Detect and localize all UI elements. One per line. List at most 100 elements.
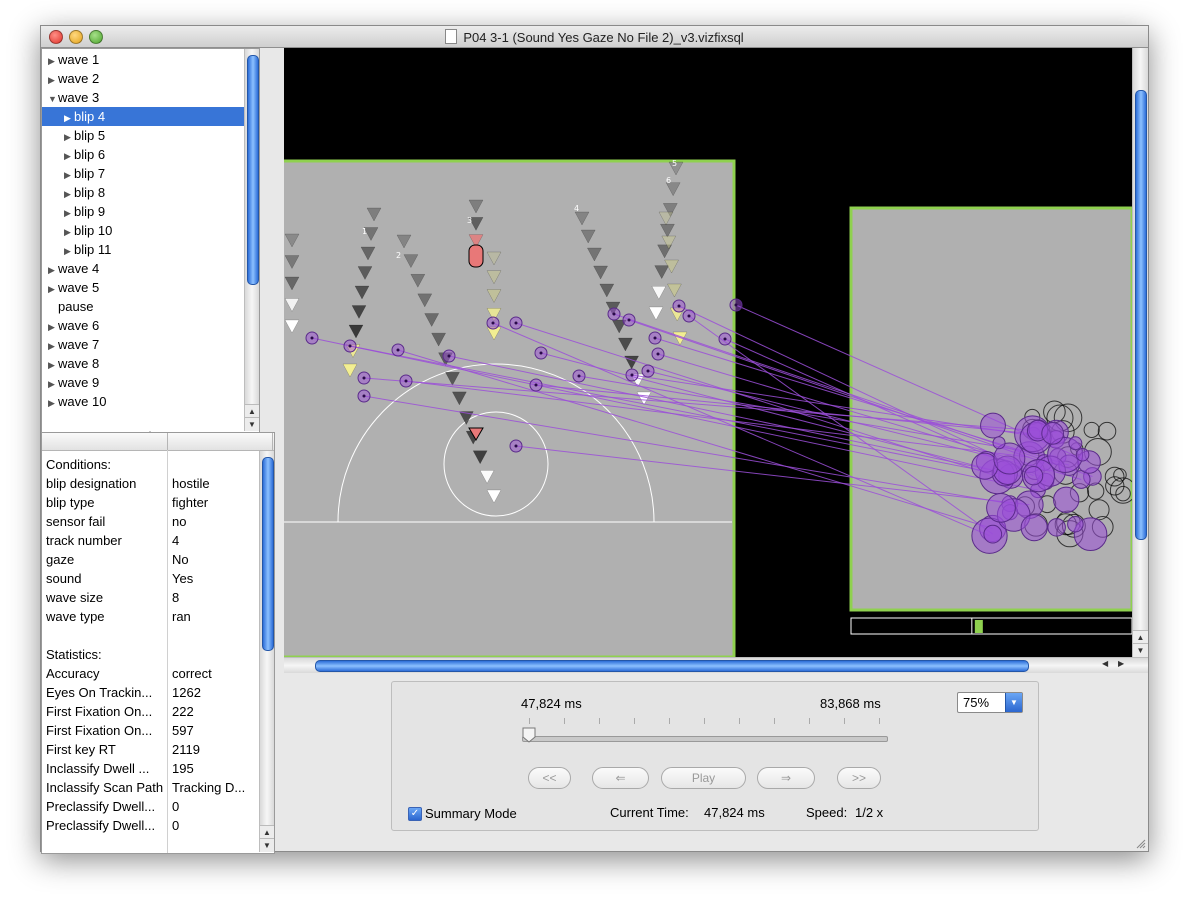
tree-item[interactable]: pause xyxy=(42,297,259,316)
properties-row[interactable]: First Fixation On... 597 xyxy=(42,721,260,740)
zoom-select[interactable]: 75% ▼ xyxy=(957,692,1023,713)
play-button[interactable]: Play xyxy=(661,767,746,789)
tree-item[interactable]: ▶ wave 1 xyxy=(42,50,259,69)
properties-row[interactable]: Statistics: xyxy=(42,645,260,664)
tree-item[interactable]: ▶ wave 5 xyxy=(42,278,259,297)
properties-row[interactable]: blip designation hostile xyxy=(42,474,260,493)
tree-scroll-up-arrow[interactable]: ▲ xyxy=(245,404,259,418)
tree-item[interactable]: ▼wave 3 xyxy=(42,88,259,107)
tree-item[interactable]: ▶ blip 9 xyxy=(42,202,259,221)
chevron-down-icon[interactable]: ▼ xyxy=(1005,693,1022,712)
gaze-fixation-center xyxy=(646,369,650,373)
properties-row[interactable]: First Fixation On... 222 xyxy=(42,702,260,721)
tree-item[interactable]: ▶ wave 7 xyxy=(42,335,259,354)
properties-row[interactable]: Accuracy correct xyxy=(42,664,260,683)
tree-item[interactable]: ▶ wave 4 xyxy=(42,259,259,278)
disclosure-collapsed-icon[interactable]: ▶ xyxy=(48,356,58,375)
disclosure-collapsed-icon[interactable]: ▶ xyxy=(64,204,74,223)
properties-scrollbar[interactable]: ▲ ▼ xyxy=(259,451,274,852)
properties-key-column-header[interactable] xyxy=(42,433,168,450)
tree-item[interactable]: ▶ wave 10 xyxy=(42,392,259,411)
tree-item[interactable]: ▶ blip 4 xyxy=(42,107,259,126)
tree-item[interactable]: ▶ wave 2 xyxy=(42,69,259,88)
disclosure-expanded-icon[interactable]: ▼ xyxy=(48,90,58,109)
disclosure-collapsed-icon[interactable]: ▶ xyxy=(64,147,74,166)
properties-scroll-thumb[interactable] xyxy=(262,457,274,651)
tree-item[interactable]: ▶ blip 10 xyxy=(42,221,259,240)
property-value: no xyxy=(172,514,187,529)
tree-item[interactable]: ▶ wave 8 xyxy=(42,354,259,373)
time-slider[interactable] xyxy=(522,736,888,742)
visualization-canvas[interactable]: 1 2 3 4 56 xyxy=(284,48,1132,657)
properties-row[interactable]: wave size 8 xyxy=(42,588,260,607)
step-back-button[interactable]: ⇐ xyxy=(592,767,649,789)
disclosure-collapsed-icon[interactable]: ▶ xyxy=(48,261,58,280)
disclosure-collapsed-icon[interactable]: ▶ xyxy=(64,185,74,204)
tree-item[interactable]: ▶ blip 11 xyxy=(42,240,259,259)
wave-tree[interactable]: ▶ wave 10 ▶ wave 9 ▶ wave 8 ▶ wave 7 ▶ wave 6 paus… xyxy=(41,48,260,434)
summary-mode-checkbox[interactable]: ✓ xyxy=(408,807,422,821)
tree-scroll-thumb[interactable] xyxy=(247,55,259,285)
properties-row[interactable]: track number 4 xyxy=(42,531,260,550)
properties-row[interactable] xyxy=(42,626,260,645)
canvas-scroll-right-arrow[interactable]: ▶ xyxy=(1118,659,1124,668)
tree-item-label: blip 9 xyxy=(74,204,106,219)
gaze-fixation xyxy=(980,412,1006,439)
tree-item[interactable]: ▶ blip 7 xyxy=(42,164,259,183)
speed-label: Speed: xyxy=(806,805,848,820)
tree-scrollbar[interactable]: ▲ ▼ xyxy=(244,49,259,431)
step-forward-button[interactable]: ⇒ xyxy=(757,767,815,789)
disclosure-collapsed-icon[interactable]: ▶ xyxy=(64,128,74,147)
tree-scroll-down-arrow[interactable]: ▼ xyxy=(245,417,259,431)
tree-item[interactable]: ▶ wave 6 xyxy=(42,316,259,335)
properties-row[interactable]: Inclassify Dwell ... 195 xyxy=(42,759,260,778)
canvas-horizontal-scroll-thumb[interactable] xyxy=(315,660,1029,672)
properties-row[interactable]: First key RT 2119 xyxy=(42,740,260,759)
gaze-fixation xyxy=(1075,447,1090,462)
canvas-scroll-up-arrow[interactable]: ▲ xyxy=(1133,630,1148,644)
rewind-button[interactable]: << xyxy=(528,767,571,789)
tree-item[interactable]: ▶ blip 8 xyxy=(42,183,259,202)
properties-row[interactable]: Preclassify Dwell... 0 xyxy=(42,816,260,835)
resize-grip-icon[interactable] xyxy=(1135,838,1146,849)
tree-item[interactable]: ▶ blip 5 xyxy=(42,126,259,145)
properties-row[interactable]: sensor fail no xyxy=(42,512,260,531)
gaze-fixation xyxy=(1020,514,1048,542)
disclosure-collapsed-icon[interactable]: ▶ xyxy=(48,280,58,299)
properties-row[interactable]: wave type ran xyxy=(42,607,260,626)
properties-scroll-down-arrow[interactable]: ▼ xyxy=(260,838,274,852)
properties-row[interactable]: blip type fighter xyxy=(42,493,260,512)
summary-mode-label[interactable]: Summary Mode xyxy=(425,806,517,821)
canvas-vertical-scroll-thumb[interactable] xyxy=(1135,90,1147,540)
disclosure-collapsed-icon[interactable]: ▶ xyxy=(48,318,58,337)
canvas-vertical-scrollbar[interactable]: ▲ ▼ xyxy=(1132,48,1148,657)
disclosure-collapsed-icon[interactable]: ▶ xyxy=(64,109,74,128)
properties-row[interactable]: Preclassify Dwell... 0 xyxy=(42,797,260,816)
time-slider-knob[interactable] xyxy=(522,727,536,743)
disclosure-collapsed-icon[interactable]: ▶ xyxy=(48,394,58,413)
properties-row[interactable]: Conditions: xyxy=(42,455,260,474)
gaze-visualization[interactable]: 1 2 3 4 56 xyxy=(284,48,1132,657)
disclosure-collapsed-icon[interactable]: ▶ xyxy=(64,166,74,185)
document-icon xyxy=(445,29,458,44)
disclosure-collapsed-icon[interactable]: ▶ xyxy=(48,375,58,394)
tree-item[interactable]: ▶ blip 6 xyxy=(42,145,259,164)
properties-row[interactable]: Inclassify Scan Path Tracking D... xyxy=(42,778,260,797)
properties-value-column-header[interactable] xyxy=(168,433,273,450)
canvas-horizontal-scrollbar[interactable]: ◀ ▶ xyxy=(284,657,1148,673)
canvas-scroll-left-arrow[interactable]: ◀ xyxy=(1102,659,1108,668)
disclosure-collapsed-icon[interactable]: ▶ xyxy=(64,223,74,242)
property-key: track number xyxy=(46,533,122,548)
canvas-scroll-down-arrow[interactable]: ▼ xyxy=(1133,643,1148,657)
disclosure-collapsed-icon[interactable]: ▶ xyxy=(64,242,74,261)
disclosure-collapsed-icon[interactable]: ▶ xyxy=(48,337,58,356)
properties-row[interactable]: Eyes On Trackin... 1262 xyxy=(42,683,260,702)
gaze-fixation-center xyxy=(362,394,366,398)
properties-row[interactable]: sound Yes xyxy=(42,569,260,588)
properties-row[interactable]: gaze No xyxy=(42,550,260,569)
disclosure-collapsed-icon[interactable]: ▶ xyxy=(48,52,58,71)
tree-item[interactable]: ▶ wave 9 xyxy=(42,373,259,392)
disclosure-collapsed-icon[interactable]: ▶ xyxy=(48,71,58,90)
fast-forward-button[interactable]: >> xyxy=(837,767,881,789)
properties-scroll-up-arrow[interactable]: ▲ xyxy=(260,825,274,839)
